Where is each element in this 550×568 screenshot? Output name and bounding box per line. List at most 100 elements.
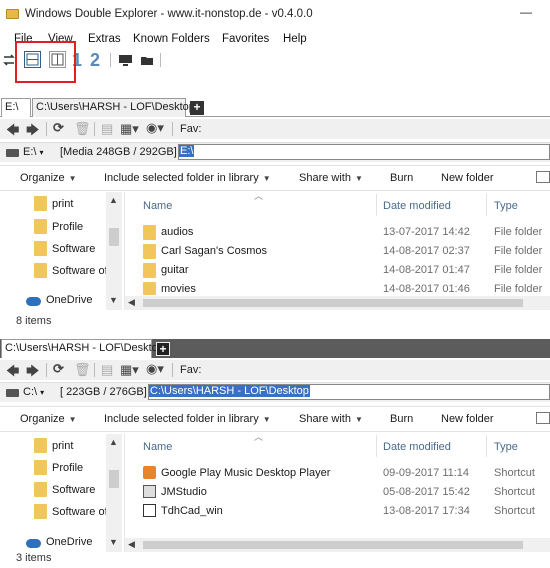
file-type: Shortcut [494, 486, 535, 498]
path-input[interactable]: C:\Users\HARSH - LOF\Desktop [148, 384, 550, 400]
paste-icon[interactable]: ▦▾ [120, 362, 139, 378]
delete-icon[interactable]: 🗑 [74, 121, 91, 137]
paste-icon[interactable]: ▦▾ [120, 121, 139, 137]
organize-button[interactable]: Organize ▼ [20, 413, 77, 425]
back-icon[interactable]: 🡄 [6, 362, 19, 384]
folder-icon [143, 282, 156, 295]
fav-label: Fav: [180, 364, 202, 376]
list-hscrollbar[interactable]: ◀ [125, 538, 550, 552]
folder-icon [34, 438, 47, 453]
sort-indicator-icon: ︿ [254, 191, 264, 201]
copy-icon[interactable]: ▤ [101, 362, 113, 378]
add-tab-button-2[interactable]: + [156, 342, 170, 356]
menu-help[interactable]: Help [283, 33, 307, 45]
file-type: File folder [494, 264, 543, 276]
include-library-button[interactable]: Include selected folder in library ▼ [104, 172, 271, 184]
tab-e-drive[interactable]: E:\ [1, 98, 31, 117]
column-type[interactable]: Type [494, 441, 518, 453]
folder-icon [34, 482, 47, 497]
refresh-icon[interactable]: ⟳ [53, 361, 64, 377]
path-input[interactable]: E:\ [178, 144, 550, 160]
tdhcad-icon [143, 504, 156, 517]
nav-scrollbar[interactable]: ▲ ▼ [106, 434, 122, 552]
view-options-icon[interactable] [536, 412, 550, 424]
file-date: 13-08-2017 17:34 [383, 505, 470, 517]
menu-extras[interactable]: Extras [88, 33, 121, 45]
file-name[interactable]: Carl Sagan's Cosmos [161, 245, 267, 257]
folder-icon [34, 196, 47, 211]
menu-favorites[interactable]: Favorites [222, 33, 269, 45]
nav-item-onedrive[interactable]: OneDrive [46, 294, 92, 306]
tab-desktop-2[interactable]: C:\Users\HARSH - LOF\Desktop [1, 339, 164, 358]
folder-open-icon[interactable] [139, 53, 155, 67]
nav-item-profile[interactable]: Profile [52, 462, 83, 474]
forward-icon[interactable]: 🡆 [26, 121, 39, 143]
column-date-modified[interactable]: Date modified [383, 200, 451, 212]
copy-icon[interactable]: ▤ [101, 121, 113, 137]
file-name[interactable]: Google Play Music Desktop Player [161, 467, 330, 479]
add-tab-button[interactable]: + [190, 101, 204, 115]
file-type: File folder [494, 245, 543, 257]
nav-scrollbar[interactable]: ▲ ▼ [106, 192, 122, 310]
nav-item-print[interactable]: print [52, 198, 73, 210]
monitor-icon[interactable] [117, 53, 133, 67]
view-icon[interactable]: ◉▾ [146, 120, 164, 136]
file-date: 13-07-2017 14:42 [383, 226, 470, 238]
nav-item-software-of[interactable]: Software of [52, 265, 108, 277]
tab-desktop[interactable]: C:\Users\HARSH - LOF\Desktop [32, 98, 195, 117]
nav-item-print[interactable]: print [52, 440, 73, 452]
organize-button[interactable]: Organize ▼ [20, 172, 77, 184]
back-icon[interactable]: 🡄 [6, 121, 19, 143]
forward-icon[interactable]: 🡆 [26, 362, 39, 384]
drive-icon [6, 389, 19, 397]
nav-item-software-of[interactable]: Software of [52, 506, 108, 518]
nav-item-profile[interactable]: Profile [52, 221, 83, 233]
window-title: Windows Double Explorer - www.it-nonstop… [25, 8, 313, 20]
menu-known-folders[interactable]: Known Folders [133, 33, 210, 45]
minimize-button[interactable]: — [520, 5, 532, 19]
file-date: 14-08-2017 01:47 [383, 264, 470, 276]
drive-selector[interactable]: C:\ ▾ [23, 386, 44, 398]
onedrive-icon [26, 539, 41, 548]
column-name[interactable]: Name [143, 441, 172, 453]
file-name[interactable]: TdhCad_win [161, 505, 223, 517]
view-icon[interactable]: ◉▾ [146, 361, 164, 377]
folder-icon [143, 263, 156, 278]
folder-icon [34, 219, 47, 234]
share-with-button[interactable]: Share with ▼ [299, 413, 363, 425]
burn-button[interactable]: Burn [390, 413, 413, 425]
file-type: Shortcut [494, 505, 535, 517]
play-music-icon [143, 466, 156, 479]
app-icon [6, 9, 19, 19]
nav-item-software[interactable]: Software [52, 484, 95, 496]
column-type[interactable]: Type [494, 200, 518, 212]
sort-indicator-icon: ︿ [254, 432, 264, 442]
refresh-icon[interactable]: ⟳ [53, 120, 64, 136]
folder-icon [143, 244, 156, 259]
status-item-count: 8 items [16, 315, 52, 327]
file-name[interactable]: movies [161, 283, 196, 295]
nav-item-onedrive[interactable]: OneDrive [46, 536, 92, 548]
folder-icon [34, 460, 47, 475]
file-name[interactable]: audios [161, 226, 193, 238]
share-with-button[interactable]: Share with ▼ [299, 172, 363, 184]
delete-icon[interactable]: 🗑 [74, 362, 91, 378]
list-hscrollbar[interactable]: ◀ [125, 296, 550, 310]
file-type: File folder [494, 283, 543, 295]
file-date: 09-09-2017 11:14 [383, 467, 470, 479]
status-item-count: 3 items [16, 552, 52, 564]
file-name[interactable]: guitar [161, 264, 189, 276]
new-folder-button[interactable]: New folder [441, 413, 494, 425]
include-library-button[interactable]: Include selected folder in library ▼ [104, 413, 271, 425]
new-folder-button[interactable]: New folder [441, 172, 494, 184]
folder-icon [34, 263, 47, 278]
file-name[interactable]: JMStudio [161, 486, 207, 498]
column-name[interactable]: Name [143, 200, 172, 212]
view-options-icon[interactable] [536, 171, 550, 183]
drive-selector[interactable]: E:\ ▾ [23, 146, 44, 158]
nav-item-software[interactable]: Software [52, 243, 95, 255]
column-date-modified[interactable]: Date modified [383, 441, 451, 453]
single-pane-2-button[interactable]: 2 [90, 51, 100, 69]
burn-button[interactable]: Burn [390, 172, 413, 184]
drive-icon [6, 149, 19, 157]
